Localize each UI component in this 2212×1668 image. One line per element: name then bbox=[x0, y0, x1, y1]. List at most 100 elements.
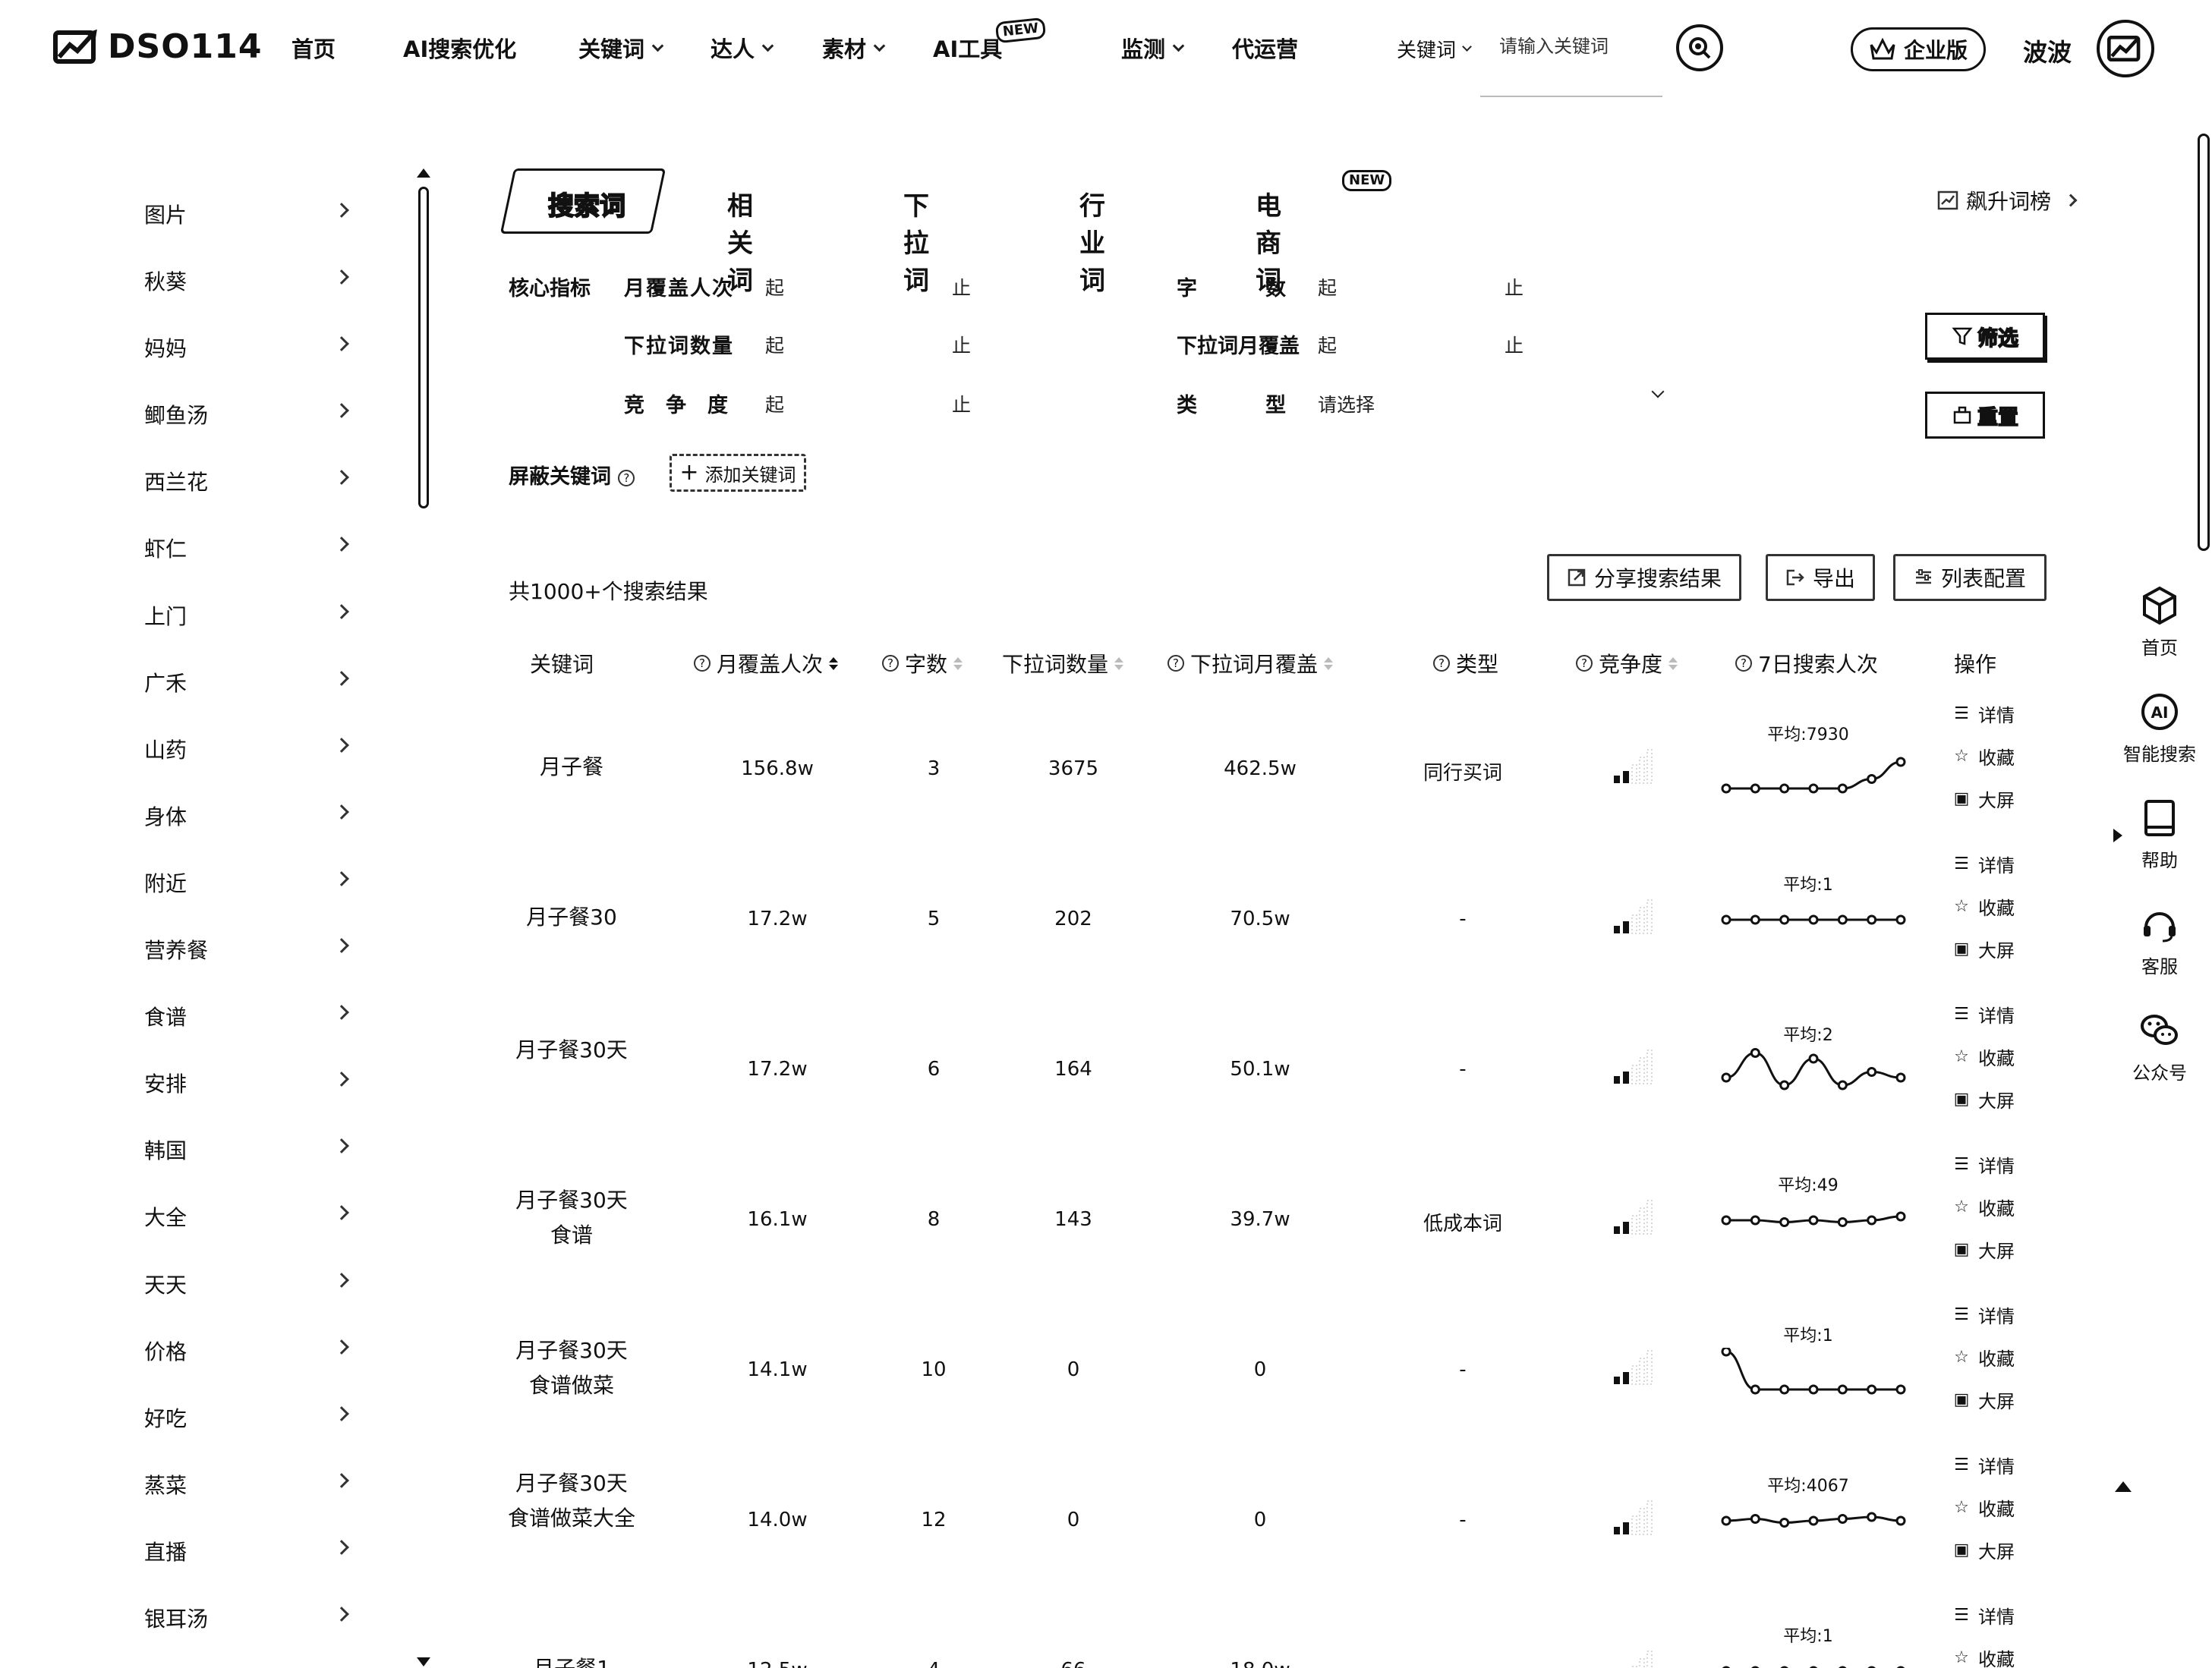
table-row[interactable]: 月子餐30天 17.2w 6 164 50.1w - 平均:2 ☰ 详情 ☆ 收藏 ▣ 大屏 bbox=[0, 993, 2212, 1143]
rising-words-link[interactable]: 飙升词榜 bbox=[1937, 185, 2078, 216]
share-results-button[interactable]: 分享搜索结果 bbox=[1547, 554, 1741, 601]
user-name[interactable]: 波波 bbox=[2023, 33, 2072, 68]
char-count-from[interactable]: 起 bbox=[1318, 273, 1337, 301]
detail-button[interactable]: ☰ 详情 bbox=[1952, 842, 2015, 885]
keyword-cell[interactable]: 月子餐30 bbox=[507, 900, 636, 935]
bigscreen-button[interactable]: ▣ 大屏 bbox=[1952, 777, 2015, 820]
search-input[interactable] bbox=[1499, 30, 1666, 62]
sidebar-item[interactable]: 图片 bbox=[114, 190, 357, 256]
sort-icon[interactable] bbox=[1114, 656, 1124, 670]
column-config-button[interactable]: 列表配置 bbox=[1893, 554, 2047, 601]
sidebar-item[interactable]: 西兰花 bbox=[114, 457, 357, 524]
bigscreen-button[interactable]: ▣ 大屏 bbox=[1952, 1528, 2015, 1571]
sort-icon[interactable] bbox=[953, 656, 963, 670]
sidebar-item[interactable]: 秋葵 bbox=[114, 256, 357, 323]
dropdown-count-to[interactable]: 止 bbox=[952, 331, 971, 358]
detail-button[interactable]: ☰ 详情 bbox=[1952, 1443, 2015, 1486]
rail-wechat[interactable]: 公众号 bbox=[2118, 1009, 2201, 1084]
detail-button[interactable]: ☰ 详情 bbox=[1952, 1293, 2015, 1336]
keyword-cell[interactable]: 月子餐30天食谱 bbox=[507, 1183, 636, 1253]
keyword-cell[interactable]: 月子餐30天食谱做菜 bbox=[507, 1333, 636, 1403]
favorite-button[interactable]: ☆ 收藏 bbox=[1952, 1035, 2015, 1078]
tab-search-words[interactable]: 搜索词 bbox=[499, 162, 668, 235]
col-header-chars[interactable]: ? 字数 bbox=[882, 648, 963, 678]
nav-keywords[interactable]: 关键词 bbox=[578, 32, 664, 64]
sort-icon[interactable] bbox=[1668, 656, 1678, 670]
sidebar-item[interactable]: 鲫鱼汤 bbox=[114, 390, 357, 457]
table-row[interactable]: 月子餐30天食谱做菜 14.1w 10 0 0 - 平均:1 ☰ 详情 ☆ 收藏 ▣ 大屏 bbox=[0, 1293, 2212, 1443]
col-header-dropdown-count[interactable]: 下拉词数量 bbox=[1002, 648, 1124, 678]
favorite-button[interactable]: ☆ 收藏 bbox=[1952, 1486, 2015, 1528]
keyword-cell[interactable]: 月子餐30天 bbox=[507, 1033, 636, 1068]
favorite-button[interactable]: ☆ 收藏 bbox=[1952, 1636, 2015, 1668]
sort-icon[interactable] bbox=[1324, 656, 1334, 670]
nav-ai-tools[interactable]: AI工具 bbox=[933, 32, 1002, 64]
filter-button[interactable]: 筛选 bbox=[1925, 313, 2045, 360]
table-row[interactable]: 月子餐30天食谱 16.1w 8 143 39.7w 低成本词 平均:49 ☰ 详情 ☆ 收藏 ▣ 大屏 bbox=[0, 1143, 2212, 1293]
help-icon[interactable]: ? bbox=[1576, 655, 1593, 672]
col-header-dropdown-cover[interactable]: ? 下拉词月覆盖 bbox=[1167, 648, 1334, 678]
favorite-button[interactable]: ☆ 收藏 bbox=[1952, 735, 2015, 777]
favorite-button[interactable]: ☆ 收藏 bbox=[1952, 885, 2015, 927]
help-icon[interactable]: ? bbox=[882, 655, 899, 672]
table-row[interactable]: 月子餐30天食谱做菜大全 14.0w 12 0 0 - 平均:4067 ☰ 详情 ☆ 收藏 ▣ 大屏 bbox=[0, 1443, 2212, 1594]
sidebar-item[interactable]: 妈妈 bbox=[114, 323, 357, 390]
bigscreen-button[interactable]: ▣ 大屏 bbox=[1952, 1228, 2015, 1270]
sidebar-item[interactable]: 虾仁 bbox=[114, 524, 357, 590]
table-row[interactable]: 月子餐 156.8w 3 3675 462.5w 同行买词 平均:7930 ☰ 详情 ☆ 收藏 ▣ 大屏 bbox=[0, 692, 2212, 842]
keyword-cell[interactable]: 月子餐1 bbox=[507, 1651, 636, 1668]
page-scrollbar[interactable] bbox=[2198, 134, 2210, 551]
sidebar-scroll-up[interactable] bbox=[417, 168, 430, 178]
dropdown-cover-from[interactable]: 起 bbox=[1318, 331, 1337, 358]
nav-monitor[interactable]: 监测 bbox=[1121, 32, 1185, 64]
dropdown-count-from[interactable]: 起 bbox=[765, 331, 784, 358]
detail-button[interactable]: ☰ 详情 bbox=[1952, 1143, 2015, 1185]
help-icon[interactable]: ? bbox=[694, 655, 711, 672]
monthly-cover-from[interactable]: 起 bbox=[765, 273, 784, 301]
sidebar-scrollbar[interactable] bbox=[418, 187, 429, 508]
bigscreen-button[interactable]: ▣ 大屏 bbox=[1952, 927, 2015, 970]
col-header-monthly-cover[interactable]: ? 月覆盖人次 bbox=[694, 648, 839, 678]
detail-button[interactable]: ☰ 详情 bbox=[1952, 692, 2015, 735]
nav-home[interactable]: 首页 bbox=[291, 32, 336, 64]
table-row[interactable]: 月子餐112.5w46618.0w平均:1☰详情☆收藏▣大屏 bbox=[0, 1594, 2212, 1668]
rail-smart-search[interactable]: AI 智能搜索 bbox=[2118, 691, 2201, 766]
enterprise-button[interactable]: 企业版 bbox=[1851, 27, 1986, 71]
col-header-competition[interactable]: ? 竞争度 bbox=[1576, 648, 1678, 678]
tab-dropdown-words[interactable]: 下拉词 bbox=[903, 185, 929, 297]
help-icon[interactable]: ? bbox=[1433, 655, 1450, 672]
nav-materials[interactable]: 素材 bbox=[822, 32, 886, 64]
nav-influencers[interactable]: 达人 bbox=[711, 32, 774, 64]
favorite-button[interactable]: ☆ 收藏 bbox=[1952, 1336, 2015, 1378]
logo[interactable]: DSO114 bbox=[53, 27, 262, 66]
rail-help[interactable]: 帮助 bbox=[2118, 797, 2201, 872]
sidebar-item[interactable]: 上门 bbox=[114, 591, 357, 658]
type-select[interactable]: 请选择 bbox=[1318, 390, 1375, 417]
rail-customer-service[interactable]: 客服 bbox=[2118, 903, 2201, 978]
nav-ai-search[interactable]: AI搜索优化 bbox=[403, 32, 516, 64]
char-count-to[interactable]: 止 bbox=[1505, 273, 1524, 301]
tab-industry-words[interactable]: 行业词 bbox=[1079, 185, 1105, 297]
back-to-top-button[interactable] bbox=[2115, 1481, 2132, 1492]
bigscreen-button[interactable]: ▣ 大屏 bbox=[1952, 1378, 2015, 1421]
rail-home[interactable]: 首页 bbox=[2118, 584, 2201, 659]
dropdown-cover-to[interactable]: 止 bbox=[1505, 331, 1524, 358]
avatar[interactable] bbox=[2097, 20, 2154, 77]
keyword-cell[interactable]: 月子餐30天食谱做菜大全 bbox=[507, 1466, 636, 1536]
nav-operation[interactable]: 代运营 bbox=[1232, 32, 1298, 64]
detail-button[interactable]: ☰ 详情 bbox=[1952, 993, 2015, 1035]
competition-from[interactable]: 起 bbox=[765, 390, 784, 417]
competition-to[interactable]: 止 bbox=[952, 390, 971, 417]
help-icon[interactable]: ? bbox=[1735, 655, 1752, 672]
reset-button[interactable]: 重置 bbox=[1925, 392, 2045, 439]
sort-icon[interactable] bbox=[829, 656, 839, 670]
bigscreen-button[interactable]: ▣ 大屏 bbox=[1952, 1078, 2015, 1120]
search-type-select[interactable]: 关键词 bbox=[1397, 35, 1472, 63]
help-icon[interactable]: ? bbox=[1167, 655, 1184, 672]
table-row[interactable]: 月子餐30 17.2w 5 202 70.5w - 平均:1 ☰ 详情 ☆ 收藏 ▣ 大屏 bbox=[0, 842, 2212, 993]
help-icon[interactable]: ? bbox=[618, 469, 635, 486]
export-button[interactable]: 导出 bbox=[1766, 554, 1875, 601]
add-keyword-button[interactable]: + 添加关键词 bbox=[670, 454, 806, 492]
monthly-cover-to[interactable]: 止 bbox=[952, 273, 971, 301]
detail-button[interactable]: ☰ 详情 bbox=[1952, 1594, 2015, 1636]
